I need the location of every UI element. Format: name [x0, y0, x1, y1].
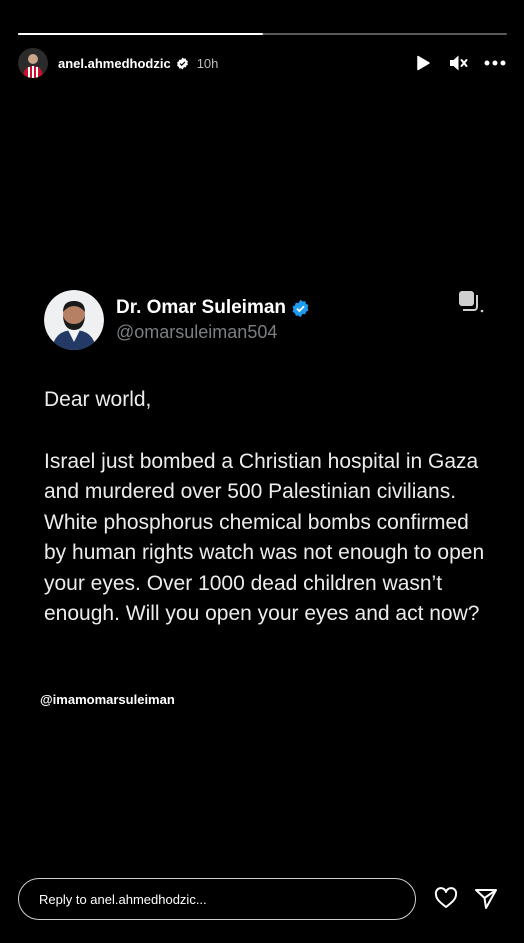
tweet-body: Israel just bombed a Christian hospital … [44, 449, 485, 626]
tweet-text: Dear world, Israel just bombed a Christi… [44, 385, 494, 630]
tweet-display-name-text: Dr. Omar Suleiman [116, 297, 287, 318]
verified-badge-icon [292, 299, 309, 317]
reply-placeholder: Reply to anel.ahmedhodzic... [39, 891, 207, 907]
verified-badge-icon [176, 57, 188, 69]
copy-icon [459, 291, 484, 313]
reply-input[interactable]: Reply to anel.ahmedhodzic... [18, 878, 416, 920]
heart-icon[interactable] [434, 886, 458, 910]
story-username[interactable]: anel.ahmedhodzic [58, 56, 171, 71]
tweet-author-avatar [44, 290, 104, 350]
mute-icon[interactable] [448, 52, 470, 74]
tweet-card: Dr. Omar Suleiman @omarsuleiman504 [44, 290, 484, 350]
story-progress-bar [18, 33, 507, 35]
avatar[interactable] [18, 48, 48, 78]
more-options-icon[interactable] [484, 52, 506, 74]
story-time: 10h [196, 55, 219, 71]
play-icon[interactable] [412, 52, 434, 74]
story-progress-fill [18, 33, 263, 35]
tweet-handle: @omarsuleiman504 [116, 322, 278, 342]
tweet-greeting: Dear world, [44, 388, 152, 411]
send-icon[interactable] [474, 887, 498, 911]
story-header: anel.ahmedhodzic 10h [18, 46, 506, 80]
credit-mention[interactable]: @imamomarsuleiman [40, 692, 175, 707]
tweet-display-name: Dr. Omar Suleiman [116, 297, 310, 319]
